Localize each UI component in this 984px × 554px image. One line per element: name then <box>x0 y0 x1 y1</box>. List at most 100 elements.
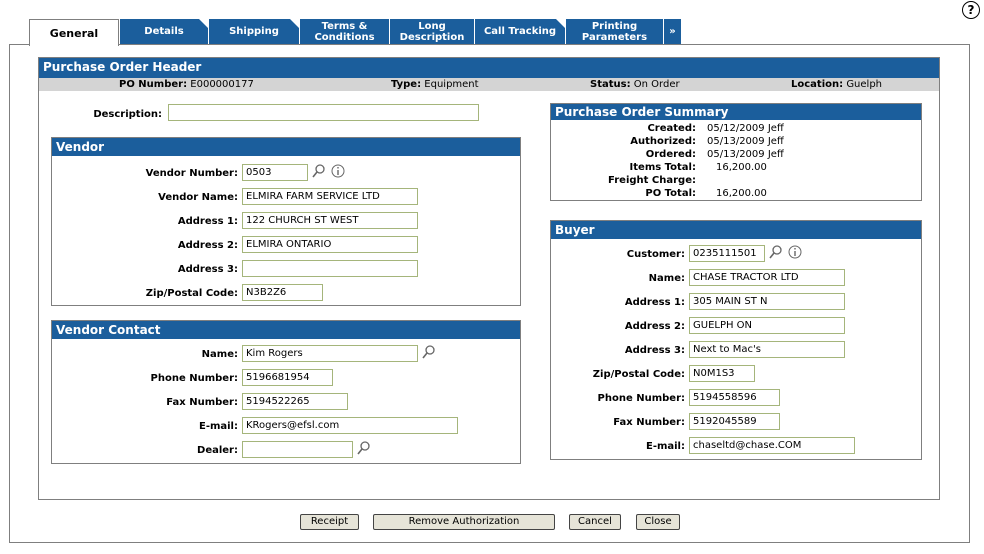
contact-fax-label: Fax Number: <box>166 397 238 408</box>
customer-label: Customer: <box>626 249 685 260</box>
vendor-name-field[interactable]: ELMIRA FARM SERVICE LTD <box>242 188 418 205</box>
buyer-phone-label: Phone Number: <box>597 393 685 404</box>
authorized-label: Authorized: <box>630 136 696 147</box>
tab-label: Details <box>144 26 184 37</box>
vendor-contact-title: Vendor Contact <box>52 321 520 339</box>
tab-label: Printing Parameters <box>581 20 648 43</box>
tab-terms-conditions[interactable]: Terms & Conditions <box>300 19 389 44</box>
contact-phone-field[interactable]: 5196681954 <box>242 369 333 386</box>
tab-label: Shipping <box>229 26 279 37</box>
remove-authorization-button[interactable]: Remove Authorization <box>373 514 555 530</box>
vendor-address3-label: Address 3: <box>177 264 238 275</box>
vendor-address2-field[interactable]: ELMIRA ONTARIO <box>242 236 418 253</box>
vendor-zip-label: Zip/Postal Code: <box>145 288 238 299</box>
buyer-title: Buyer <box>551 221 921 239</box>
vendor-number-field[interactable]: 0503 <box>242 164 308 181</box>
vendor-zip-field[interactable]: N3B2Z6 <box>242 284 323 301</box>
customer-search-icon[interactable] <box>769 245 783 259</box>
contact-phone-label: Phone Number: <box>150 373 238 384</box>
vendor-number-label: Vendor Number: <box>145 168 238 179</box>
vendor-name-label: Vendor Name: <box>158 192 238 203</box>
contact-name-label: Name: <box>201 349 238 360</box>
description-field[interactable] <box>168 104 479 121</box>
po-type-label: Type: <box>391 79 422 90</box>
po-type: Type: Equipment <box>391 78 479 91</box>
created-value: 05/12/2009 Jeff <box>707 123 784 134</box>
dealer-label: Dealer: <box>197 445 238 456</box>
contact-email-field[interactable]: KRogers@efsl.com <box>242 417 458 434</box>
buyer-address2-label: Address 2: <box>624 321 685 332</box>
dealer-search-icon[interactable] <box>357 441 371 455</box>
tab-call-tracking[interactable]: Call Tracking <box>475 19 565 44</box>
tab-notch <box>290 19 299 28</box>
po-info-bar: PO Number: E000000177 Type: Equipment St… <box>39 78 939 91</box>
vendor-address3-field[interactable] <box>242 260 418 277</box>
tab-printing-parameters[interactable]: Printing Parameters <box>566 19 663 44</box>
tab-label: Terms & Conditions <box>314 20 375 43</box>
vendor-info-icon[interactable] <box>331 164 345 178</box>
created-label: Created: <box>647 123 696 134</box>
receipt-button[interactable]: Receipt <box>300 514 359 530</box>
buyer-fax-field[interactable]: 5192045589 <box>689 413 780 430</box>
authorized-value: 05/13/2009 Jeff <box>707 136 784 147</box>
description-label: Description: <box>93 109 162 120</box>
ordered-label: Ordered: <box>645 149 696 160</box>
customer-info-icon[interactable] <box>788 245 802 259</box>
po-number-label: PO Number: <box>119 79 188 90</box>
vendor-search-icon[interactable] <box>312 164 326 178</box>
vendor-address1-field[interactable]: 122 CHURCH ST WEST <box>242 212 418 229</box>
items-total-label: Items Total: <box>629 162 696 173</box>
tab-label: » <box>669 26 676 37</box>
buyer-address3-label: Address 3: <box>624 345 685 356</box>
buyer-address1-field[interactable]: 305 MAIN ST N <box>689 293 845 310</box>
tab-general[interactable]: General <box>29 19 119 46</box>
vendor-address2-label: Address 2: <box>177 240 238 251</box>
contact-name-field[interactable]: Kim Rogers <box>242 345 418 362</box>
po-number-value: E000000177 <box>190 79 254 90</box>
buyer-address2-field[interactable]: GUELPH ON <box>689 317 845 334</box>
buyer-phone-field[interactable]: 5194558596 <box>689 389 780 406</box>
tab-label: Call Tracking <box>483 26 557 37</box>
buyer-address1-label: Address 1: <box>624 297 685 308</box>
tab-notch <box>199 19 208 28</box>
po-status-value: On Order <box>633 79 680 90</box>
buyer-zip-label: Zip/Postal Code: <box>592 369 685 380</box>
po-location: Location: Guelph <box>791 78 882 91</box>
contact-email-label: E-mail: <box>198 421 238 432</box>
tab-notch <box>556 19 565 28</box>
buyer-email-label: E-mail: <box>645 441 685 452</box>
tab-details[interactable]: Details <box>120 19 208 44</box>
customer-field[interactable]: 0235111501 <box>689 245 765 262</box>
po-total-value: 16,200.00 <box>716 188 767 199</box>
vendor-title: Vendor <box>52 138 520 156</box>
tab-shipping[interactable]: Shipping <box>209 19 299 44</box>
close-button[interactable]: Close <box>636 514 680 530</box>
dealer-field[interactable] <box>242 441 353 458</box>
tab-long-description[interactable]: Long Description <box>390 19 474 44</box>
po-type-value: Equipment <box>424 79 479 90</box>
buyer-name-field[interactable]: CHASE TRACTOR LTD <box>689 269 845 286</box>
help-icon[interactable]: ? <box>962 1 980 19</box>
items-total-value: 16,200.00 <box>716 162 767 173</box>
buyer-name-label: Name: <box>648 273 685 284</box>
ordered-value: 05/13/2009 Jeff <box>707 149 784 160</box>
po-summary-title: Purchase Order Summary <box>551 104 921 120</box>
tab-label: Long Description <box>399 20 465 43</box>
tab-more[interactable]: » <box>664 19 681 44</box>
po-status: Status: On Order <box>590 78 680 91</box>
po-location-value: Guelph <box>846 79 883 90</box>
cancel-button[interactable]: Cancel <box>569 514 621 530</box>
po-total-label: PO Total: <box>645 188 696 199</box>
contact-search-icon[interactable] <box>422 345 436 359</box>
freight-charge-label: Freight Charge: <box>608 175 696 186</box>
tab-label: General <box>49 26 99 40</box>
contact-fax-field[interactable]: 5194522265 <box>242 393 348 410</box>
po-header-title: Purchase Order Header <box>39 58 939 78</box>
vendor-address1-label: Address 1: <box>177 216 238 227</box>
po-status-label: Status: <box>590 79 631 90</box>
po-location-label: Location: <box>791 79 844 90</box>
buyer-zip-field[interactable]: N0M1S3 <box>689 365 755 382</box>
buyer-address3-field[interactable]: Next to Mac's <box>689 341 845 358</box>
buyer-email-field[interactable]: chaseltd@chase.COM <box>689 437 855 454</box>
po-number: PO Number: E000000177 <box>119 78 254 91</box>
